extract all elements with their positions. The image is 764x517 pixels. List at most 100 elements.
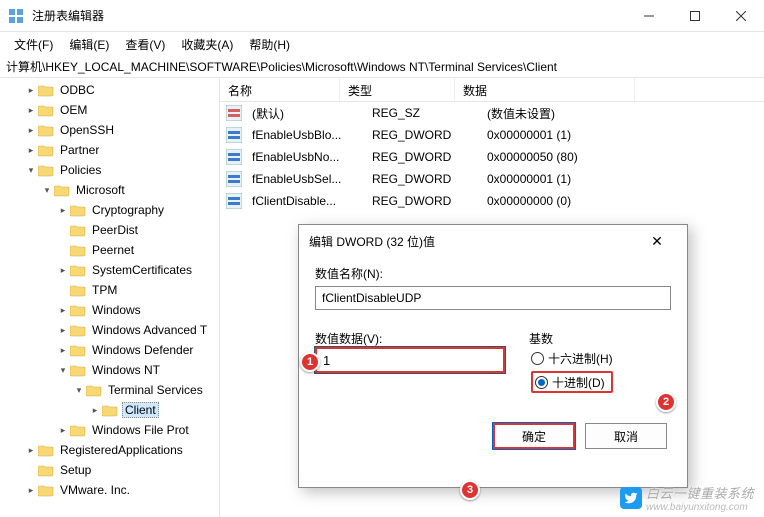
menu-favorites[interactable]: 收藏夹(A) bbox=[173, 34, 241, 55]
tree-label: ODBC bbox=[58, 83, 97, 97]
tree-node[interactable]: ▾Terminal Services bbox=[0, 380, 219, 400]
watermark-icon bbox=[620, 487, 642, 509]
tree-node[interactable]: ▸ ODBC bbox=[0, 80, 219, 100]
watermark-url: www.baiyunxitong.com bbox=[646, 502, 754, 513]
tree-label: Windows bbox=[90, 303, 143, 317]
edit-dword-dialog: 编辑 DWORD (32 位)值 ✕ 数值名称(N): fClientDisab… bbox=[298, 224, 688, 488]
expand-icon[interactable]: ▾ bbox=[40, 185, 54, 196]
radio-dec-label: 十进制(D) bbox=[552, 374, 605, 391]
col-name[interactable]: 名称 bbox=[220, 78, 340, 101]
expand-icon[interactable]: ▸ bbox=[88, 405, 102, 416]
menu-edit[interactable]: 编辑(E) bbox=[61, 34, 117, 55]
tree-node[interactable]: ▸ Windows bbox=[0, 300, 219, 320]
menu-view[interactable]: 查看(V) bbox=[117, 34, 173, 55]
dialog-title: 编辑 DWORD (32 位)值 bbox=[309, 233, 435, 250]
tree-label: Setup bbox=[58, 463, 93, 477]
app-icon bbox=[8, 8, 24, 24]
tree-node[interactable]: Peernet bbox=[0, 240, 219, 260]
tree-label: Windows Advanced T bbox=[90, 323, 209, 337]
col-type[interactable]: 类型 bbox=[340, 78, 455, 101]
tree-node[interactable]: PeerDist bbox=[0, 220, 219, 240]
value-name-field[interactable]: fClientDisableUDP bbox=[315, 286, 671, 310]
tree-node[interactable]: ▸ Partner bbox=[0, 140, 219, 160]
menubar: 文件(F) 编辑(E) 查看(V) 收藏夹(A) 帮助(H) bbox=[0, 32, 764, 56]
tree-node[interactable]: ▸OpenSSH bbox=[0, 120, 219, 140]
expand-icon[interactable]: ▾ bbox=[72, 385, 86, 396]
expand-icon[interactable]: ▸ bbox=[24, 125, 38, 136]
radio-dec-icon bbox=[535, 376, 548, 389]
tree-label: Cryptography bbox=[90, 203, 166, 217]
tree-node[interactable]: ▾Windows NT bbox=[0, 360, 219, 380]
address-bar[interactable]: 计算机\HKEY_LOCAL_MACHINE\SOFTWARE\Policies… bbox=[0, 56, 764, 78]
cell-name: (默认) bbox=[244, 105, 364, 122]
cell-data: 0x00000050 (80) bbox=[479, 150, 659, 164]
expand-icon[interactable]: ▸ bbox=[24, 85, 38, 96]
list-row[interactable]: (默认)REG_SZ(数值未设置) bbox=[220, 102, 764, 124]
tree-label: Peernet bbox=[90, 243, 136, 257]
close-button[interactable] bbox=[718, 0, 764, 32]
tree-node[interactable]: ▸SystemCertificates bbox=[0, 260, 219, 280]
expand-icon[interactable]: ▸ bbox=[56, 305, 70, 316]
tree-view[interactable]: ▸ODBC▸OEM▸OpenSSH▸Partner▾Policies▾Micro… bbox=[0, 78, 220, 517]
watermark: 白云一键重装系统 www.baiyunxitong.com bbox=[614, 481, 760, 515]
list-row[interactable]: fClientDisable...REG_DWORD0x00000000 (0) bbox=[220, 190, 764, 212]
callout-1: 1 bbox=[300, 352, 320, 372]
ok-button[interactable]: 确定 bbox=[493, 423, 575, 449]
dialog-close-button[interactable]: ✕ bbox=[637, 233, 677, 250]
tree-node[interactable]: ▸ Windows Advanced T bbox=[0, 320, 219, 340]
tree-label: TPM bbox=[90, 283, 119, 297]
radio-dec[interactable]: 十进制(D) bbox=[531, 371, 613, 393]
cell-data: (数值未设置) bbox=[479, 105, 659, 122]
tree-node[interactable]: Setup bbox=[0, 460, 219, 480]
cell-name: fEnableUsbNo... bbox=[244, 150, 364, 164]
tree-label: Partner bbox=[58, 143, 101, 157]
base-label: 基数 bbox=[529, 330, 671, 347]
dialog-titlebar: 编辑 DWORD (32 位)值 ✕ bbox=[299, 225, 687, 257]
cell-type: REG_DWORD bbox=[364, 150, 479, 164]
list-row[interactable]: fEnableUsbNo...REG_DWORD0x00000050 (80) bbox=[220, 146, 764, 168]
cell-type: REG_DWORD bbox=[364, 128, 479, 142]
cell-data: 0x00000001 (1) bbox=[479, 172, 659, 186]
expand-icon[interactable]: ▸ bbox=[56, 345, 70, 356]
list-row[interactable]: fEnableUsbSel...REG_DWORD0x00000001 (1) bbox=[220, 168, 764, 190]
tree-label: Microsoft bbox=[74, 183, 127, 197]
list-rows: (默认)REG_SZ(数值未设置)fEnableUsbBlo...REG_DWO… bbox=[220, 102, 764, 212]
expand-icon[interactable]: ▸ bbox=[56, 265, 70, 276]
expand-icon[interactable]: ▸ bbox=[56, 205, 70, 216]
tree-label: RegisteredApplications bbox=[58, 443, 185, 457]
path-text: 计算机\HKEY_LOCAL_MACHINE\SOFTWARE\Policies… bbox=[6, 58, 557, 75]
cell-type: REG_SZ bbox=[364, 106, 479, 120]
tree-node[interactable]: ▾ Microsoft bbox=[0, 180, 219, 200]
tree-node[interactable]: ▸ OEM bbox=[0, 100, 219, 120]
expand-icon[interactable]: ▾ bbox=[56, 365, 70, 376]
tree-node[interactable]: TPM bbox=[0, 280, 219, 300]
expand-icon[interactable]: ▸ bbox=[56, 325, 70, 336]
radio-hex[interactable]: 十六进制(H) bbox=[531, 347, 671, 369]
expand-icon[interactable]: ▸ bbox=[24, 145, 38, 156]
maximize-button[interactable] bbox=[672, 0, 718, 32]
tree-node[interactable]: ▸ Cryptography bbox=[0, 200, 219, 220]
expand-icon[interactable]: ▸ bbox=[24, 485, 38, 496]
tree-label: Windows File Prot bbox=[90, 423, 191, 437]
tree-node[interactable]: ▾Policies bbox=[0, 160, 219, 180]
tree-node[interactable]: ▸VMware. Inc. bbox=[0, 480, 219, 500]
tree-label: OEM bbox=[58, 103, 89, 117]
tree-node[interactable]: ▸Windows Defender bbox=[0, 340, 219, 360]
expand-icon[interactable]: ▾ bbox=[24, 165, 38, 176]
callout-3: 3 bbox=[460, 480, 480, 500]
callout-2: 2 bbox=[656, 392, 676, 412]
expand-icon[interactable]: ▸ bbox=[56, 425, 70, 436]
cancel-button[interactable]: 取消 bbox=[585, 423, 667, 449]
tree-node[interactable]: ▸ Client bbox=[0, 400, 219, 420]
expand-icon[interactable]: ▸ bbox=[24, 445, 38, 456]
list-row[interactable]: fEnableUsbBlo...REG_DWORD0x00000001 (1) bbox=[220, 124, 764, 146]
expand-icon[interactable]: ▸ bbox=[24, 105, 38, 116]
col-data[interactable]: 数据 bbox=[455, 78, 635, 101]
minimize-button[interactable] bbox=[626, 0, 672, 32]
menu-file[interactable]: 文件(F) bbox=[6, 34, 61, 55]
tree-node[interactable]: ▸ RegisteredApplications bbox=[0, 440, 219, 460]
value-data-input[interactable] bbox=[315, 347, 505, 373]
menu-help[interactable]: 帮助(H) bbox=[241, 34, 298, 55]
tree-label: Client bbox=[122, 402, 159, 418]
tree-node[interactable]: ▸ Windows File Prot bbox=[0, 420, 219, 440]
